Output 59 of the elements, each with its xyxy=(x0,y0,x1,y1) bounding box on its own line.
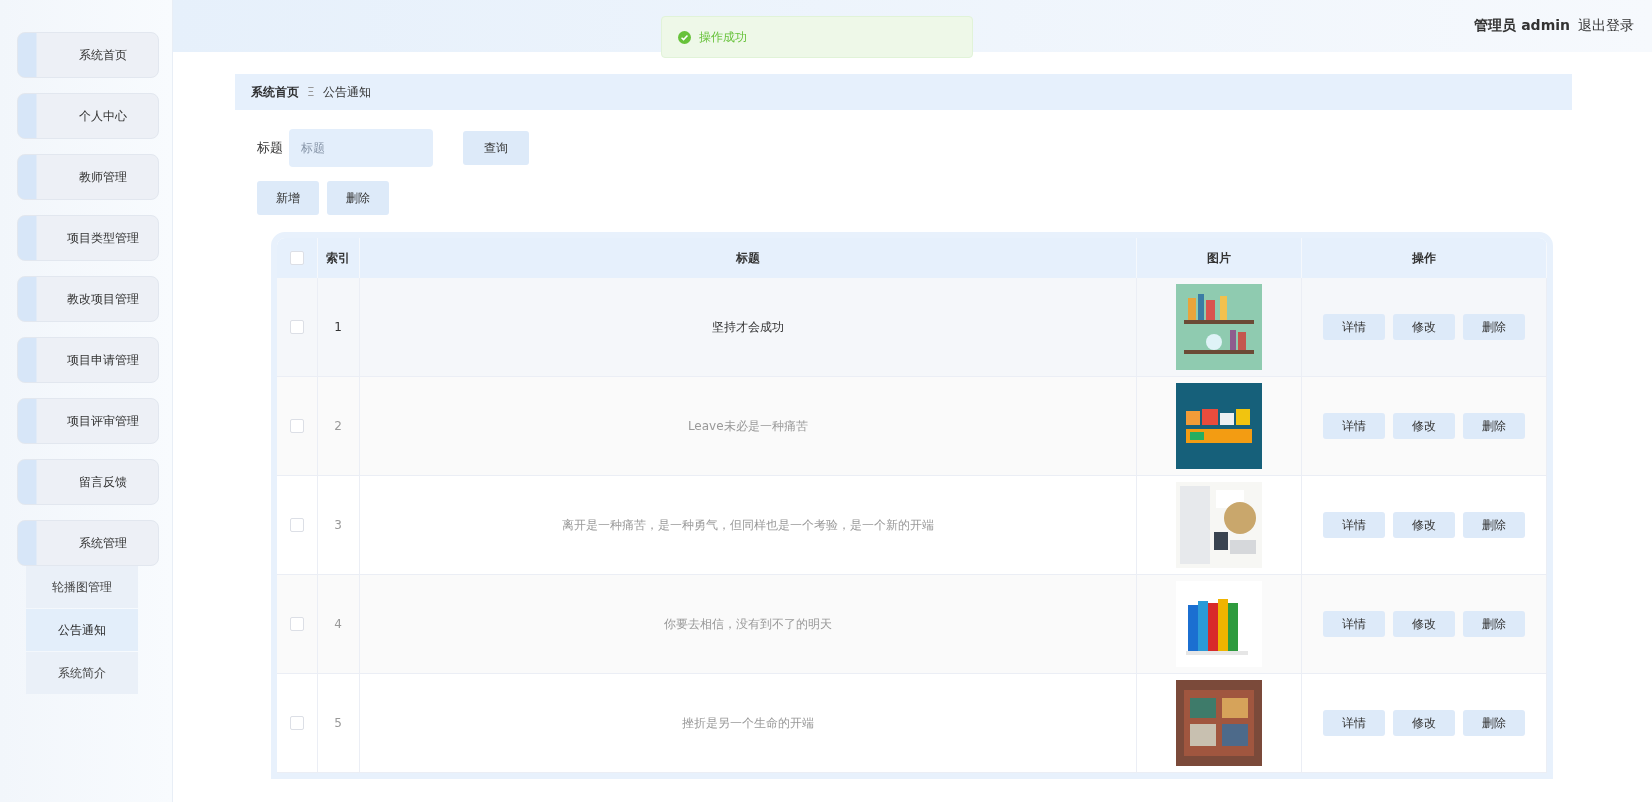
detail-button[interactable]: 详情 xyxy=(1323,611,1385,637)
search-button[interactable]: 查询 xyxy=(463,131,529,165)
sidebar-item[interactable]: 项目类型管理 xyxy=(17,215,159,261)
table-cell: 1 xyxy=(317,278,359,377)
delete-button[interactable]: 删除 xyxy=(1463,314,1525,340)
sidebar-item[interactable]: 教师管理 xyxy=(17,154,159,200)
edit-button[interactable]: 修改 xyxy=(1393,413,1455,439)
delete-button[interactable]: 删除 xyxy=(1463,413,1525,439)
submenu-item[interactable]: 公告通知 xyxy=(26,609,138,651)
row-checkbox[interactable] xyxy=(289,617,304,632)
column-header: 操作 xyxy=(1301,238,1547,278)
breadcrumb-link[interactable]: 系统首页 xyxy=(251,83,299,101)
sidebar-item[interactable]: 系统首页 xyxy=(17,32,159,78)
column-header: 图片 xyxy=(1136,238,1302,278)
detail-button[interactable]: 详情 xyxy=(1323,512,1385,538)
delete-button[interactable]: 删除 xyxy=(1463,611,1525,637)
breadcrumb-separator: Ξ xyxy=(307,85,315,99)
edit-button[interactable]: 修改 xyxy=(1393,314,1455,340)
table-cell: 5 xyxy=(317,673,359,773)
table-cell: Leave未必是一种痛苦 xyxy=(359,376,1137,476)
breadcrumb-current: 公告通知 xyxy=(322,83,371,101)
table-cell: 2 xyxy=(317,376,359,476)
table-cell: 离开是一种痛苦，是一种勇气，但同样也是一个考验，是一个新的开端 xyxy=(359,475,1137,575)
detail-button[interactable]: 详情 xyxy=(1323,413,1385,439)
title-search-field[interactable]: 标题 xyxy=(289,129,433,167)
table-cell: 你要去相信，没有到不了的明天 xyxy=(359,574,1137,674)
sidebar-item[interactable]: 教改项目管理 xyxy=(17,276,159,322)
detail-button[interactable]: 详情 xyxy=(1323,314,1385,340)
submenu-item[interactable]: 系统简介 xyxy=(26,652,138,694)
edit-button[interactable]: 修改 xyxy=(1393,512,1455,538)
delete-button[interactable]: 删除 xyxy=(327,181,389,215)
table-cell: 4 xyxy=(317,574,359,674)
row-checkbox[interactable] xyxy=(289,320,304,335)
edit-button[interactable]: 修改 xyxy=(1393,611,1455,637)
row-checkbox[interactable] xyxy=(289,419,304,434)
delete-button[interactable]: 删除 xyxy=(1463,710,1525,736)
sidebar-item[interactable]: 项目评审管理 xyxy=(17,398,159,444)
sidebar-item[interactable]: 系统管理 xyxy=(17,520,159,566)
user-role: 管理员 admin xyxy=(1474,17,1570,35)
table-cell: 3 xyxy=(317,475,359,575)
edit-button[interactable]: 修改 xyxy=(1393,710,1455,736)
sidebar-item[interactable]: 项目申请管理 xyxy=(17,337,159,383)
submenu-item[interactable]: 轮播图管理 xyxy=(26,566,138,608)
check-circle-icon xyxy=(678,30,691,44)
column-header: 索引 xyxy=(317,238,359,278)
column-header: 标题 xyxy=(359,238,1137,278)
table-cell: 坚持才会成功 xyxy=(359,278,1137,377)
detail-button[interactable]: 详情 xyxy=(1323,710,1385,736)
table-cell: 挫折是另一个生命的开端 xyxy=(359,673,1137,773)
row-checkbox[interactable] xyxy=(289,518,304,533)
add-button[interactable]: 新增 xyxy=(257,181,319,215)
row-checkbox[interactable] xyxy=(289,716,304,731)
sidebar-item[interactable]: 留言反馈 xyxy=(17,459,159,505)
select-all-checkbox[interactable] xyxy=(289,251,304,266)
logout-link[interactable]: 退出登录 xyxy=(1578,17,1634,35)
delete-button[interactable]: 删除 xyxy=(1463,512,1525,538)
toast-message: 操作成功 xyxy=(699,28,747,46)
field-label: 标题 xyxy=(257,139,283,157)
sidebar-item[interactable]: 个人中心 xyxy=(17,93,159,139)
